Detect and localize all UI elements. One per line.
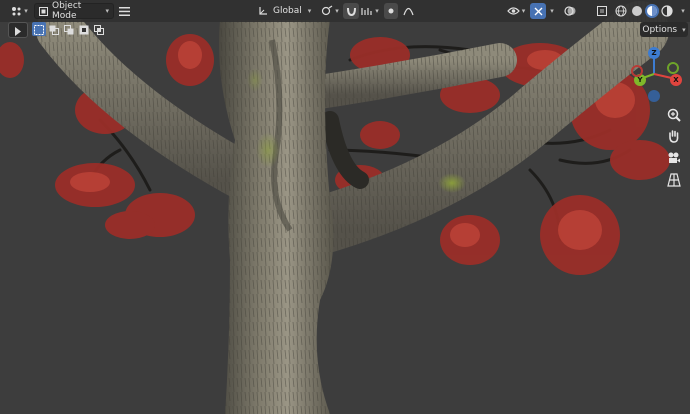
select-extend-button[interactable] xyxy=(47,22,61,36)
grid-perspective-icon xyxy=(667,172,681,191)
select-new-button[interactable] xyxy=(32,22,46,36)
chevron-down-icon: ▾ xyxy=(550,7,554,15)
zoom-icon xyxy=(667,107,681,126)
viewport-editor-icon xyxy=(10,5,22,17)
gizmo-x-axis[interactable]: X xyxy=(670,74,682,86)
chevron-down-icon: ▾ xyxy=(682,25,686,34)
falloff-curve-icon xyxy=(402,6,414,16)
toolbar-toggle[interactable] xyxy=(8,22,28,38)
wireframe-shading-button[interactable] xyxy=(614,4,628,18)
select-box-icon xyxy=(34,20,44,39)
orientation-label: Global xyxy=(273,6,302,16)
hand-icon xyxy=(667,128,681,147)
snap-target-dropdown[interactable]: ▾ xyxy=(359,3,381,19)
chevron-down-icon: ▾ xyxy=(335,7,339,15)
solid-shading-button[interactable] xyxy=(630,4,644,18)
view-menu-button[interactable] xyxy=(116,3,132,19)
menu-icon xyxy=(118,6,130,16)
gizmo-toggle[interactable] xyxy=(530,3,546,19)
select-subtract-button[interactable] xyxy=(62,22,76,36)
3d-viewport[interactable]: ▾ Object Mode ▾ Global ▾ ▾ ▾ ▾ ▾ ▾ Optio… xyxy=(0,0,690,414)
x-axis-label: X xyxy=(673,76,679,84)
wireframe-sphere-icon xyxy=(615,5,627,17)
pivot-icon xyxy=(321,5,333,17)
gizmo-icon xyxy=(533,6,544,17)
chevron-down-icon: ▾ xyxy=(24,7,28,15)
xray-icon xyxy=(597,6,607,16)
orientation-axes-icon xyxy=(258,6,268,16)
gizmo-dropdown[interactable]: ▾ xyxy=(546,3,556,19)
falloff-dropdown[interactable] xyxy=(400,3,416,19)
y-axis-label: Y xyxy=(637,76,643,84)
material-preview-shading-button[interactable] xyxy=(645,4,659,18)
options-dropdown[interactable]: Options ▾ xyxy=(640,22,688,37)
chevron-down-icon: ▾ xyxy=(681,7,685,15)
overlays-icon xyxy=(564,5,576,17)
pivot-point-dropdown[interactable]: ▾ xyxy=(318,3,342,19)
camera-view-button[interactable] xyxy=(664,149,684,169)
snap-increment-icon xyxy=(361,6,373,16)
tree-render xyxy=(0,0,690,414)
cursor-icon xyxy=(14,21,22,40)
chevron-down-icon: ▾ xyxy=(307,7,312,15)
material-sphere-icon xyxy=(646,5,658,17)
select-extend-icon xyxy=(49,20,59,39)
shading-options-dropdown[interactable]: ▾ xyxy=(676,3,688,19)
select-invert-button[interactable] xyxy=(77,22,91,36)
object-mode-dropdown[interactable]: Object Mode ▾ xyxy=(34,1,114,21)
navigation-gizmo[interactable]: Z Y X xyxy=(628,44,688,104)
select-intersect-button[interactable] xyxy=(92,22,106,36)
gizmo-neg-y-axis[interactable] xyxy=(667,62,679,74)
rendered-sphere-icon xyxy=(661,5,673,17)
xray-toggle[interactable] xyxy=(594,3,610,19)
editor-type-button[interactable]: ▾ xyxy=(6,3,32,19)
perspective-toggle-button[interactable] xyxy=(664,171,684,191)
zoom-button[interactable] xyxy=(664,106,684,126)
overlays-toggle[interactable] xyxy=(562,3,578,19)
object-mode-label: Object Mode xyxy=(52,1,82,21)
chevron-down-icon: ▾ xyxy=(521,7,526,15)
rendered-shading-button[interactable] xyxy=(660,4,674,18)
solid-sphere-icon xyxy=(631,5,643,17)
gizmo-neg-z-axis[interactable] xyxy=(648,90,660,102)
z-axis-label: Z xyxy=(651,49,657,57)
magnet-icon xyxy=(346,6,357,17)
chevron-down-icon: ▾ xyxy=(375,7,379,15)
gizmo-z-axis[interactable]: Z xyxy=(648,47,660,59)
object-visibility-dropdown[interactable]: ▾ xyxy=(503,3,529,19)
select-subtract-icon xyxy=(64,20,74,39)
object-mode-icon xyxy=(39,6,48,16)
pan-button[interactable] xyxy=(664,127,684,147)
transform-orientation-dropdown[interactable]: Global ▾ xyxy=(256,3,316,19)
chevron-down-icon: ▾ xyxy=(105,7,109,15)
select-intersect-icon xyxy=(94,20,104,39)
eye-icon xyxy=(506,6,520,16)
proportional-editing-toggle[interactable] xyxy=(384,3,398,19)
select-invert-icon xyxy=(79,20,89,39)
camera-icon xyxy=(667,150,681,169)
options-label: Options xyxy=(642,24,678,35)
proportional-editing-icon xyxy=(387,7,395,15)
gizmo-neg-x-axis[interactable] xyxy=(631,65,643,77)
snap-toggle[interactable] xyxy=(343,3,359,19)
